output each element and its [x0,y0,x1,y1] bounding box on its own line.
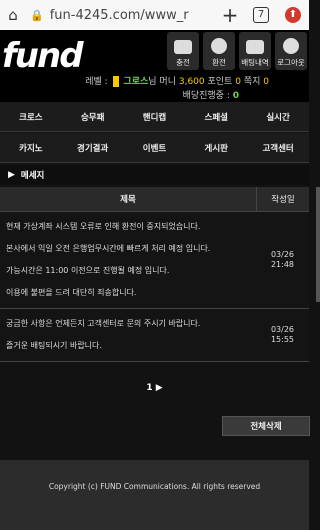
delete-all-button[interactable]: 전체삭제 [222,416,310,436]
section-title: ▶ 메세지 [0,165,309,185]
betting-progress: 배당진행중 : 0 [182,91,239,101]
col-title: 제목 [120,195,136,205]
message-body: 현재 가상계좌 시스템 오류로 인해 환전이 중지되었습니다. 본사에서 익일 … [6,222,211,297]
user-info: 레벨 : 그로스님 머니 3,600 포인트 0 쪽지 0 [85,76,269,87]
menu-board[interactable]: 게시판 [185,133,247,162]
money-value: 3,600 [178,77,205,87]
chat-bubble-icon [283,38,299,54]
point-value: 0 [235,77,241,87]
browser-menu-icon[interactable]: ⬆ [285,7,301,23]
scrollbar[interactable] [316,187,320,302]
pagination[interactable]: 1 ▶ [0,383,309,393]
url-text: fun-4245.com/www_r [49,7,189,23]
menu-casino[interactable]: 카지노 [0,133,62,162]
main-menu: 크로스 승무패 핸디캡 스페셜 실시간 카지노 경기결과 이벤트 게시판 고객센… [0,102,309,163]
home-icon[interactable]: ⌂ [0,6,26,24]
col-date: 작성일 [256,187,309,211]
address-bar[interactable]: 🔒 fun-4245.com/www_r [26,4,215,26]
menu-results[interactable]: 경기결과 [62,133,124,162]
logout-button[interactable]: 로그아웃 [275,32,307,70]
table-header: 제목 작성일 [0,187,309,212]
message-table: 제목 작성일 현재 가상계좌 시스템 오류로 인해 환전이 중지되었습니다. 본… [0,187,309,362]
triangle-right-icon: ▶ [8,170,15,180]
won-coin-icon [211,38,227,54]
document-icon [246,40,264,54]
menu-handicap[interactable]: 핸디캡 [124,102,186,131]
note-value[interactable]: 0 [263,77,269,87]
exchange-button[interactable]: 환전 [203,32,235,70]
message-body: 궁금한 사항은 언제든지 고객센터로 문의 주시기 바랍니다. 즐거운 배팅되시… [6,319,201,350]
menu-events[interactable]: 이벤트 [124,133,186,162]
tab-switcher-button[interactable]: 7 [253,7,269,23]
table-row[interactable]: 궁금한 사항은 언제든지 고객센터로 문의 주시기 바랍니다. 즐거운 배팅되시… [0,309,309,362]
message-date: 03/26 21:48 [270,250,295,269]
footer: Copyright (c) FUND Communications. All r… [0,460,309,512]
lock-icon: 🔒 [30,8,44,22]
table-row[interactable]: 현재 가상계좌 시스템 오류로 인해 환전이 중지되었습니다. 본사에서 익일 … [0,212,309,309]
menu-special[interactable]: 스페셜 [185,102,247,131]
new-tab-icon[interactable]: + [215,3,245,27]
message-date: 03/26 15:55 [270,325,295,344]
wallet-icon [174,40,192,54]
site-logo[interactable]: fund [2,36,84,76]
site-header: fund 충전 환전 배팅내역 로그아웃 레벨 : 그로스님 머니 3,600 … [0,30,309,102]
menu-row-2: 카지노 경기결과 이벤트 게시판 고객센터 [0,133,309,163]
charge-button[interactable]: 충전 [167,32,199,70]
browser-bar: ⌂ 🔒 fun-4245.com/www_r + 7 ⬆ [0,0,309,30]
level-badge-icon [112,76,119,87]
copyright-text: Copyright (c) FUND Communications. All r… [48,481,261,491]
menu-win-draw-lose[interactable]: 승무패 [62,102,124,131]
bet-history-button[interactable]: 배팅내역 [239,32,271,70]
footer-strip [0,512,309,530]
top-icon-bar: 충전 환전 배팅내역 로그아웃 [167,32,307,70]
menu-support[interactable]: 고객센터 [247,133,309,162]
menu-cross[interactable]: 크로스 [0,102,62,131]
menu-row-1: 크로스 승무패 핸디캡 스페셜 실시간 [0,102,309,132]
menu-live[interactable]: 실시간 [247,102,309,131]
user-name: 그로스 [123,77,149,87]
